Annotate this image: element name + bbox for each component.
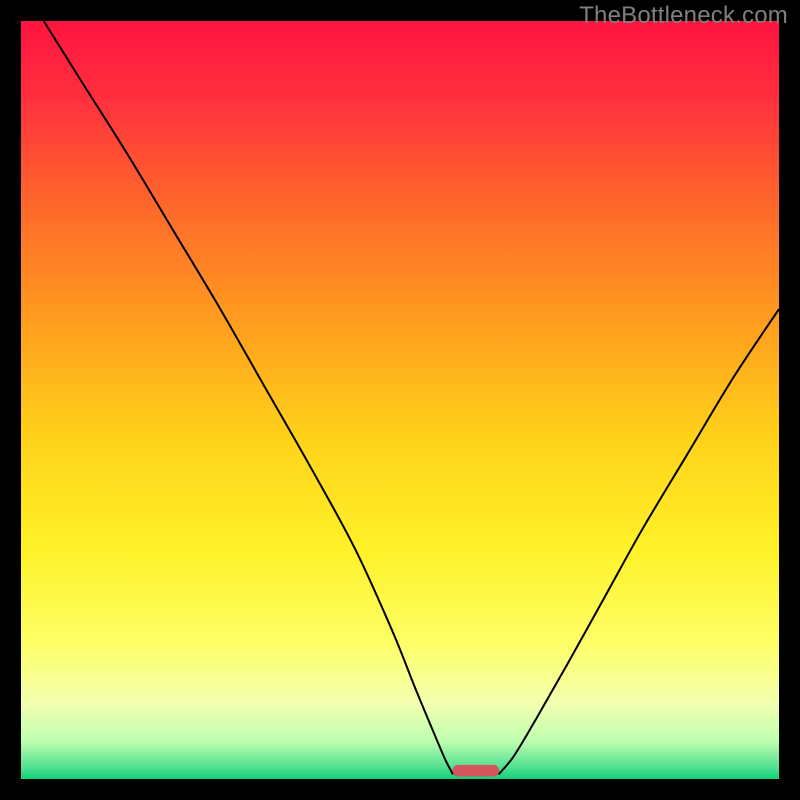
gradient-chart bbox=[21, 21, 779, 779]
chart-background bbox=[21, 21, 779, 779]
bottleneck-marker bbox=[453, 765, 498, 776]
watermark-text: TheBottleneck.com bbox=[579, 2, 788, 30]
chart-frame: TheBottleneck.com bbox=[0, 0, 800, 800]
plot-area bbox=[21, 21, 779, 779]
